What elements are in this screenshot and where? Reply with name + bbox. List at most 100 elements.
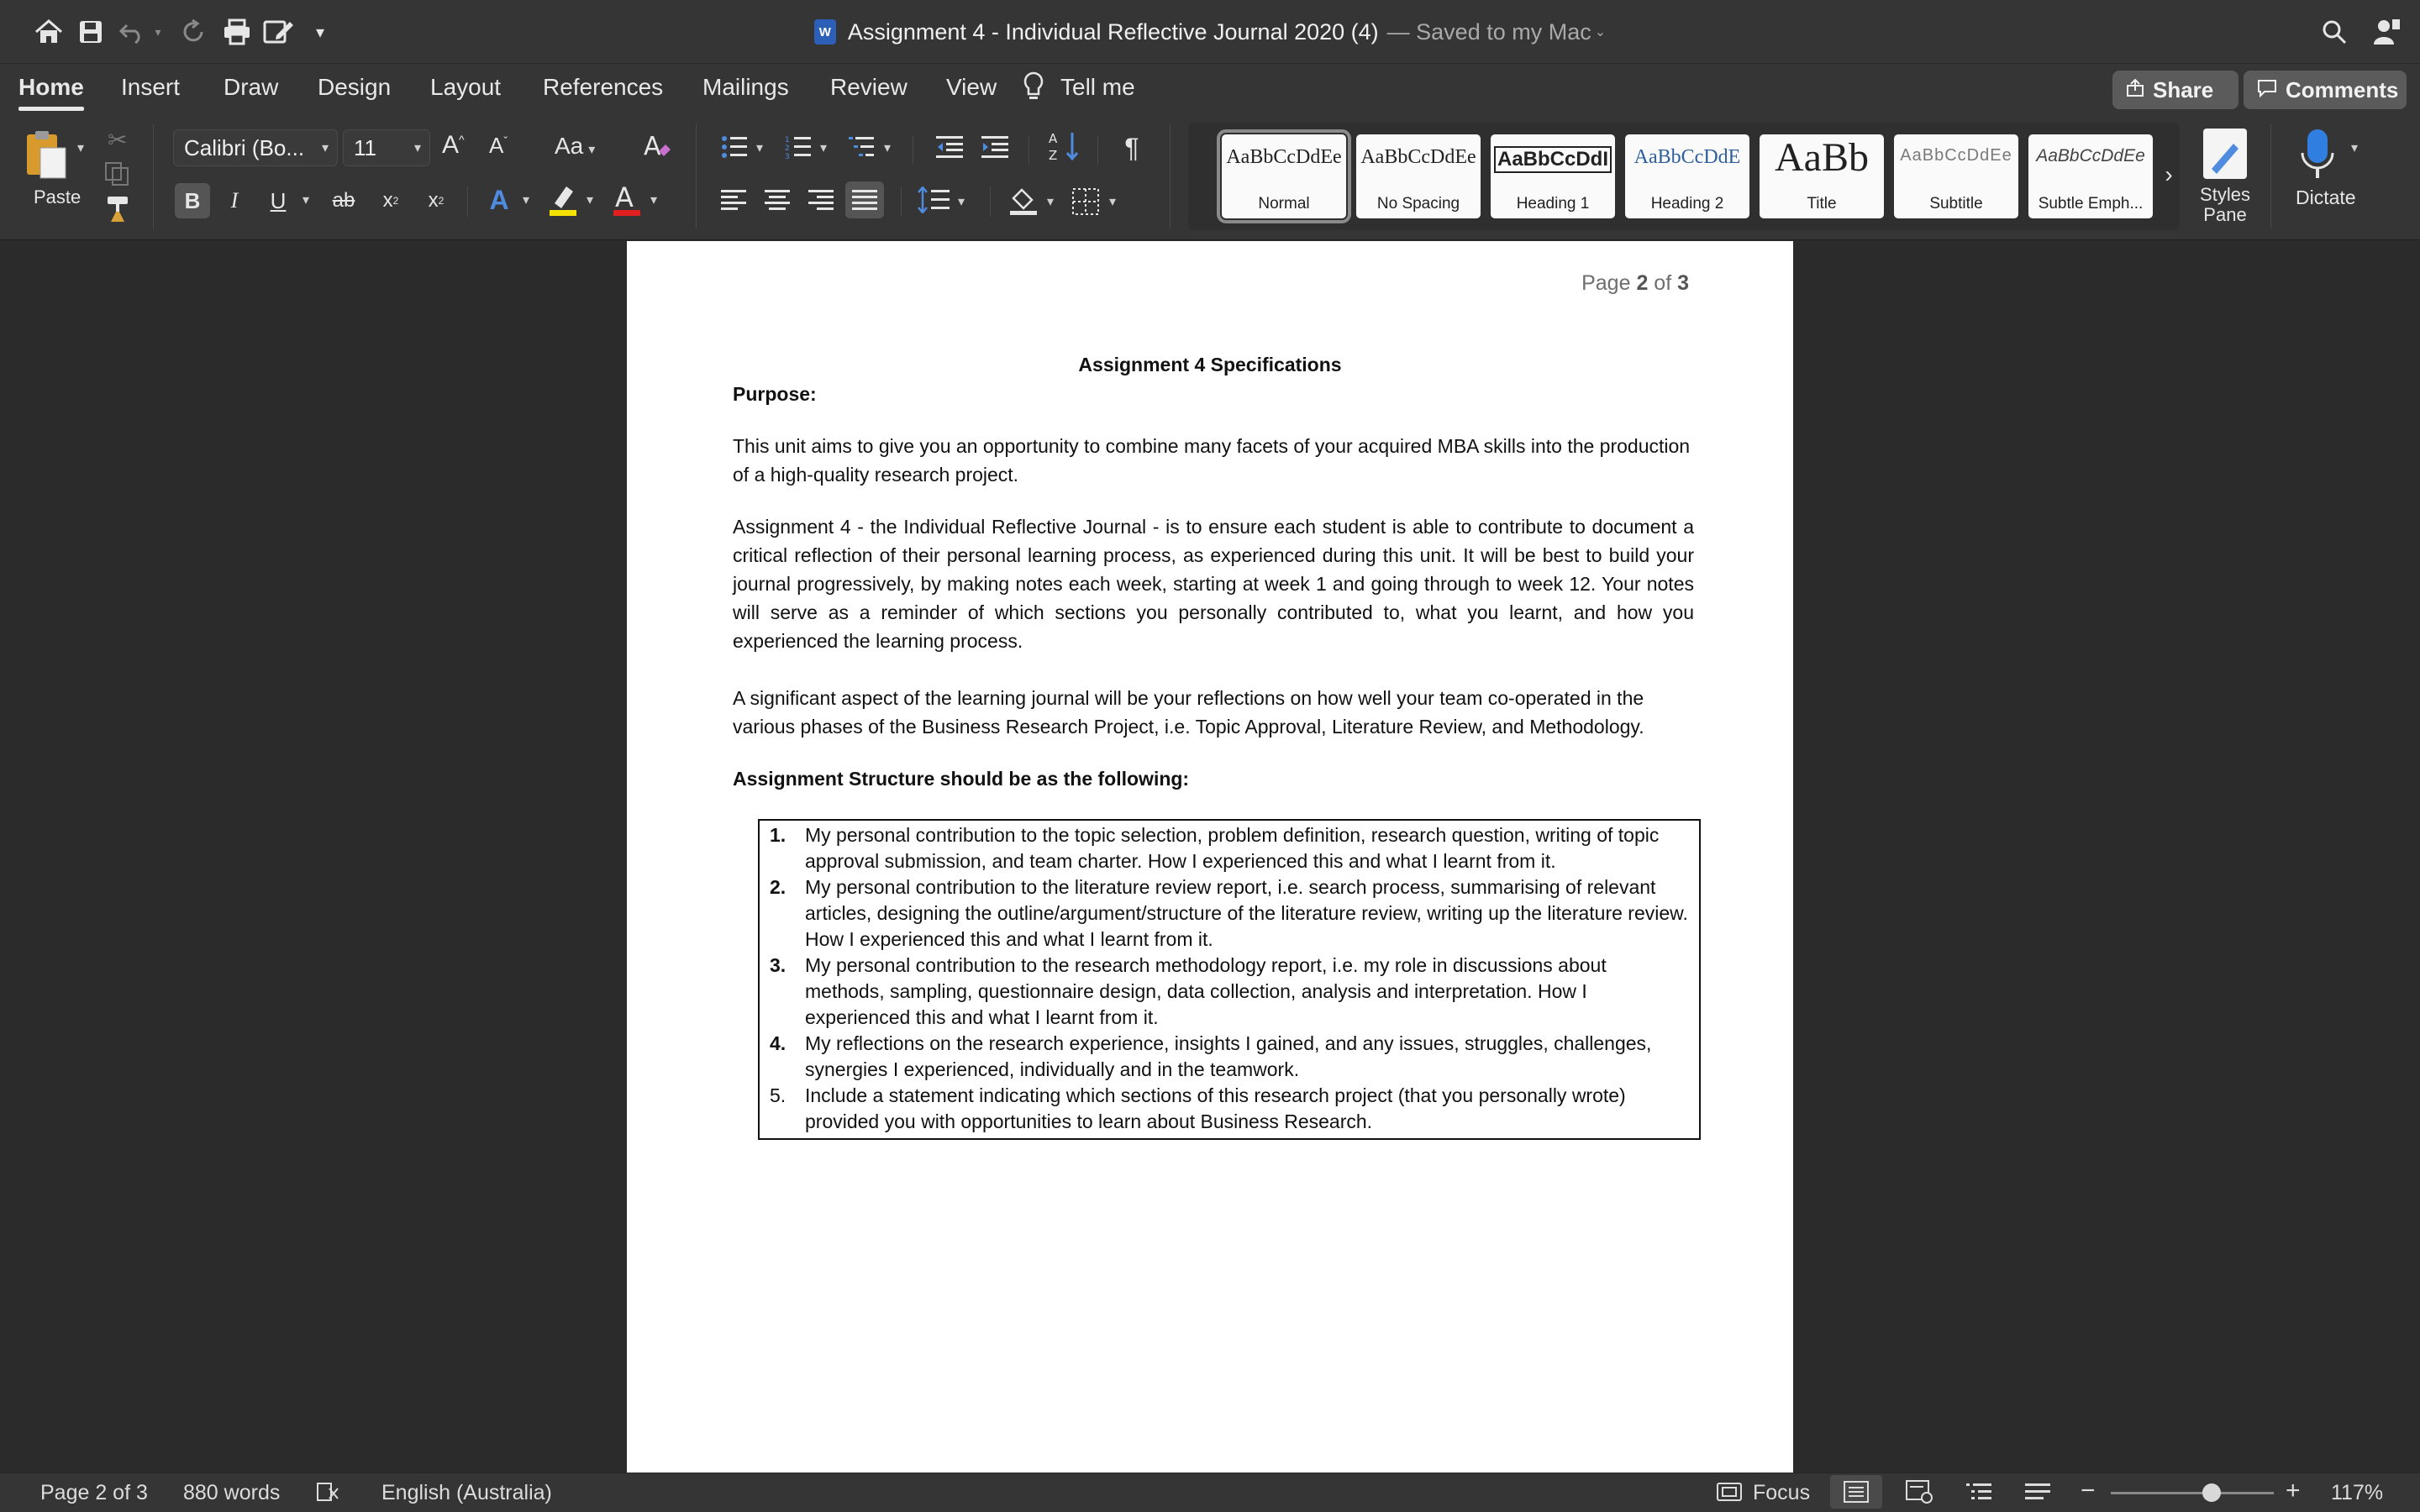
show-formatting-marks-icon[interactable]: ¶: [1118, 131, 1146, 165]
style-title[interactable]: AaBb Title: [1760, 134, 1884, 218]
zoom-slider-thumb[interactable]: [2202, 1483, 2222, 1502]
shading-dropdown-icon[interactable]: ▾: [1047, 193, 1054, 210]
font-color-dropdown-icon[interactable]: ▾: [650, 192, 657, 208]
shrink-font-icon[interactable]: Aˇ: [489, 133, 508, 159]
web-layout-view-icon[interactable]: [1906, 1480, 1933, 1509]
text-effects-icon[interactable]: A: [484, 181, 514, 218]
style-normal[interactable]: AaBbCcDdEe Normal: [1217, 129, 1351, 223]
edit-document-icon[interactable]: [262, 15, 296, 49]
underline-button[interactable]: U: [264, 183, 292, 218]
style-subtle-emphasis[interactable]: AaBbCcDdEe Subtle Emph...: [2028, 134, 2153, 218]
focus-icon[interactable]: [1716, 1480, 1743, 1509]
format-painter-icon[interactable]: [104, 195, 131, 228]
cut-icon[interactable]: ✂: [108, 126, 127, 154]
page-count-status[interactable]: Page 2 of 3: [40, 1481, 148, 1505]
decrease-indent-icon[interactable]: [936, 134, 963, 164]
save-status[interactable]: — Saved to my Mac: [1387, 19, 1591, 45]
home-icon[interactable]: [32, 15, 66, 49]
text-effects-dropdown-icon[interactable]: ▾: [523, 192, 529, 208]
styles-pane-icon[interactable]: [2198, 126, 2252, 181]
tab-home[interactable]: Home: [18, 74, 84, 111]
save-icon[interactable]: [74, 15, 108, 49]
save-status-chevron-icon[interactable]: ⌄: [1595, 24, 1606, 40]
chevron-down-icon: ▾: [321, 141, 329, 155]
borders-dropdown-icon[interactable]: ▾: [1109, 193, 1116, 210]
customize-toolbar-icon[interactable]: ▾: [308, 15, 333, 49]
document-canvas[interactable]: Page 2 of 3 Assignment 4 Specifications …: [0, 241, 2420, 1473]
superscript-button[interactable]: x2: [422, 183, 450, 218]
numbering-dropdown-icon[interactable]: ▾: [820, 139, 827, 156]
print-layout-view-button[interactable]: [1830, 1475, 1882, 1509]
comments-label: Comments: [2286, 76, 2399, 102]
tab-draw[interactable]: Draw: [224, 74, 278, 101]
tab-insert[interactable]: Insert: [121, 74, 180, 101]
line-spacing-dropdown-icon[interactable]: ▾: [958, 193, 965, 210]
align-center-icon[interactable]: [765, 188, 790, 216]
tab-references[interactable]: References: [543, 74, 663, 101]
bullets-dropdown-icon[interactable]: ▾: [756, 139, 763, 156]
align-left-icon[interactable]: [721, 188, 746, 216]
bold-button[interactable]: B: [175, 183, 210, 218]
outline-view-icon[interactable]: [1966, 1482, 1991, 1508]
tab-review[interactable]: Review: [830, 74, 908, 101]
tab-mailings[interactable]: Mailings: [702, 74, 789, 101]
tab-design[interactable]: Design: [318, 74, 391, 101]
font-name-dropdown[interactable]: Calibri (Bo... ▾: [173, 129, 338, 166]
undo-dropdown-icon[interactable]: ▾: [150, 15, 166, 49]
microphone-icon[interactable]: [2297, 126, 2338, 181]
tab-layout[interactable]: Layout: [430, 74, 501, 101]
redo-icon[interactable]: [176, 15, 210, 49]
grow-font-icon[interactable]: A^: [442, 131, 465, 160]
align-right-icon[interactable]: [808, 188, 834, 216]
word-count-status[interactable]: 880 words: [183, 1481, 280, 1505]
style-heading-1[interactable]: AaBbCcDdI Heading 1: [1491, 134, 1615, 218]
share-button[interactable]: Share: [2112, 71, 2238, 109]
zoom-level[interactable]: 117%: [2331, 1481, 2383, 1505]
tell-me-search[interactable]: Tell me: [1060, 74, 1135, 101]
justify-button[interactable]: [845, 181, 884, 218]
dictate-dropdown-icon[interactable]: ▾: [2351, 139, 2358, 156]
undo-icon[interactable]: [116, 15, 150, 49]
print-icon[interactable]: [220, 15, 254, 49]
paste-icon[interactable]: [24, 128, 71, 180]
paste-dropdown-icon[interactable]: ▾: [77, 139, 84, 156]
font-color-icon[interactable]: A: [610, 180, 644, 223]
strikethrough-button[interactable]: ab: [328, 183, 360, 218]
styles-pane-button[interactable]: Styles Pane: [2181, 185, 2269, 225]
bullets-icon[interactable]: [721, 134, 748, 164]
shading-icon[interactable]: [1008, 185, 1040, 221]
font-size-dropdown[interactable]: 11 ▾: [343, 129, 430, 166]
copy-icon[interactable]: [104, 161, 131, 191]
account-icon[interactable]: [2370, 15, 2403, 49]
ribbon-tabs: Home Insert Draw Design Layout Reference…: [0, 64, 2420, 114]
search-icon[interactable]: [2317, 15, 2351, 49]
multilevel-list-icon[interactable]: [849, 134, 876, 164]
styles-next-arrow-icon[interactable]: ›: [2160, 156, 2178, 193]
proofing-icon[interactable]: [316, 1480, 343, 1509]
style-no-spacing[interactable]: AaBbCcDdEe No Spacing: [1356, 134, 1481, 218]
increase-indent-icon[interactable]: [981, 134, 1008, 164]
italic-button[interactable]: I: [220, 183, 249, 218]
zoom-in-button[interactable]: +: [2286, 1477, 2301, 1505]
line-spacing-icon[interactable]: [918, 186, 950, 218]
subscript-button[interactable]: x2: [376, 183, 405, 218]
style-heading-2[interactable]: AaBbCcDdE Heading 2: [1625, 134, 1749, 218]
underline-dropdown-icon[interactable]: ▾: [302, 192, 309, 208]
comments-button[interactable]: Comments: [2244, 71, 2407, 109]
zoom-slider-track[interactable]: [2111, 1483, 2274, 1502]
focus-mode-button[interactable]: Focus: [1753, 1481, 1810, 1505]
multilevel-dropdown-icon[interactable]: ▾: [884, 139, 891, 156]
style-subtitle[interactable]: AaBbCcDdEe Subtitle: [1894, 134, 2018, 218]
clear-formatting-icon[interactable]: A: [642, 131, 672, 165]
language-status[interactable]: English (Australia): [381, 1481, 552, 1505]
draft-view-icon[interactable]: [2025, 1482, 2050, 1508]
highlight-dropdown-icon[interactable]: ▾: [587, 192, 593, 208]
tab-view[interactable]: View: [946, 74, 997, 101]
zoom-out-button[interactable]: −: [2081, 1477, 2096, 1505]
sort-icon[interactable]: AZ: [1049, 129, 1081, 167]
borders-icon[interactable]: [1072, 188, 1099, 219]
highlight-color-icon[interactable]: [546, 181, 580, 223]
change-case-button[interactable]: Aa ▾: [555, 133, 595, 160]
numbering-icon[interactable]: 123: [785, 134, 812, 164]
document-page[interactable]: Page 2 of 3 Assignment 4 Specifications …: [627, 241, 1793, 1473]
